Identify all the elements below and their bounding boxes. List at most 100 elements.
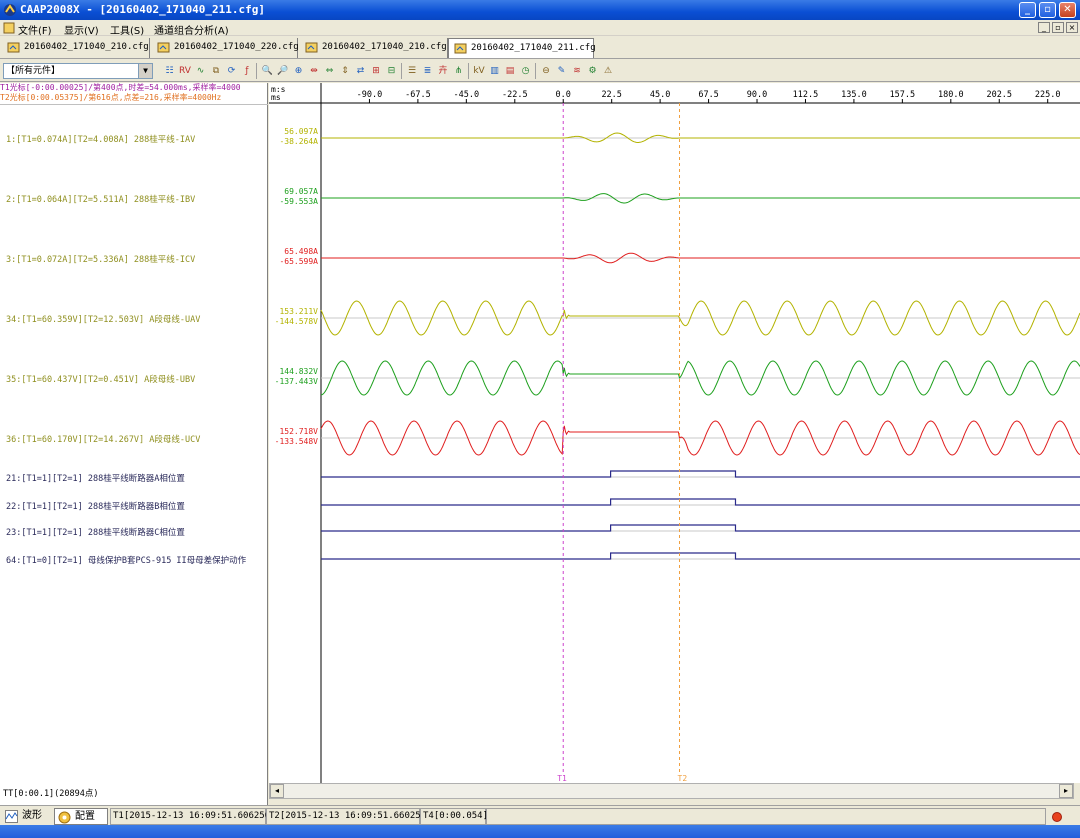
channel-list-panel: T1光标[-0:00.00025]/第400点,时差=54.000ms,采样率=… — [0, 83, 268, 805]
t1-cursor-label: T1 — [557, 774, 567, 783]
app-window: CAAP2008X - [20160402_171040_211.cfg] _ … — [0, 0, 1080, 838]
mdi-restore-button[interactable]: ▫ — [1052, 22, 1064, 33]
t1-cursor-info: T1光标[-0:00.00025]/第400点,时差=54.000ms,采样率=… — [0, 83, 241, 92]
channel-min-value: -144.578V — [275, 317, 319, 326]
axis-tick-label: 0.0 — [556, 90, 571, 100]
shrink-h-icon[interactable]: ⇔ — [322, 64, 337, 78]
channel-label-7[interactable]: 21:[T1=1][T2=1] 288桂平线断路器A相位置 — [6, 472, 185, 484]
zoom-v-icon[interactable]: ⇕ — [338, 64, 353, 78]
phase-icon[interactable]: ⊖ — [539, 64, 554, 78]
channel-label-8[interactable]: 22:[T1=1][T2=1] 288桂平线断路器B相位置 — [6, 500, 185, 512]
window-title: CAAP2008X - [20160402_171040_211.cfg] — [20, 3, 266, 16]
axis-tick-label: 22.5 — [601, 90, 621, 100]
settings-icon[interactable]: ⚙ — [585, 64, 600, 78]
wave-icon[interactable]: ∿ — [193, 64, 208, 78]
t2-timestamp: T2[2015-12-13 16:09:51.660250] — [266, 808, 432, 825]
taskbar-strip — [0, 825, 1080, 838]
freeze-icon[interactable]: ⧉ — [209, 64, 224, 78]
clock-icon[interactable]: ◷ — [518, 64, 533, 78]
channel-label-4[interactable]: 34:[T1=60.359V][T2=12.503V] A段母线-UAV — [6, 313, 200, 325]
toolbar: 【所有元件】 ▼ ☷ RV ∿ ⧉ ⟳ ƒ 🔍 🔎 ⊕ ⇹ ⇔ ⇕ ⇄ ⊞ ⊟ ☰ ≣ 卉 ⋔ kV ▥ ▤ ◷ ⊖ ✎ ≋ ⚙ ⚠ — [0, 60, 1080, 82]
zoom-fit-icon[interactable]: ⊕ — [291, 64, 306, 78]
rms2-icon[interactable]: ▤ — [503, 64, 518, 78]
tab-config[interactable]: 配置 — [54, 808, 108, 825]
title-bar[interactable]: CAAP2008X - [20160402_171040_211.cfg] _ … — [0, 0, 1080, 20]
channel-label-1[interactable]: 1:[T1=0.074A][T2=4.008A] 288桂平线-IAV — [6, 133, 195, 145]
cfg-file-icon — [7, 42, 20, 53]
swap-icon[interactable]: ⇄ — [353, 64, 368, 78]
zoom-region-icon[interactable]: ⊞ — [369, 64, 384, 78]
toolbar-separator — [534, 63, 536, 79]
channel-label-3[interactable]: 3:[T1=0.072A][T2=5.336A] 288桂平线-ICV — [6, 253, 195, 265]
channel-min-value: -65.599A — [279, 257, 318, 266]
menu-view[interactable]: 显示(V) — [64, 22, 99, 37]
menu-file[interactable]: 文件(F) — [18, 22, 52, 37]
pen-icon[interactable]: ✎ — [554, 64, 569, 78]
horizontal-scrollbar[interactable]: ◂ ▸ — [269, 783, 1074, 799]
channel-label-2[interactable]: 2:[T1=0.064A][T2=5.511A] 288桂平线-IBV — [6, 193, 195, 205]
axis-tick-label: -22.5 — [502, 90, 528, 100]
export-icon[interactable]: ⚠ — [601, 64, 616, 78]
tab-file-2[interactable]: 20160402_171040_220.cfg — [152, 38, 299, 58]
formula-icon[interactable]: ƒ — [240, 64, 255, 78]
axis-tick-label: 180.0 — [938, 90, 964, 100]
waveform-trace-2 — [321, 193, 1080, 204]
harmonic-icon[interactable]: 卉 — [436, 64, 451, 78]
list-a-icon[interactable]: ☰ — [405, 64, 420, 78]
toolbar-separator — [400, 63, 402, 79]
tab-file-4-active[interactable]: 20160402_171040_211.cfg — [448, 38, 596, 58]
tab-label: 20160402_171040_210.cfg — [322, 42, 447, 52]
axis-tick-label: 157.5 — [890, 90, 916, 100]
tab-waveform[interactable]: 波形 — [2, 808, 52, 825]
zoom-in-icon[interactable]: 🔍 — [260, 64, 275, 78]
mdi-close-button[interactable]: × — [1066, 22, 1078, 33]
channel-min-value: -59.553A — [279, 197, 318, 206]
component-filter-select[interactable]: 【所有元件】 ▼ — [3, 63, 153, 79]
channel-label-5[interactable]: 35:[T1=60.437V][T2=0.451V] A段母线-UBV — [6, 373, 195, 385]
axis-tick-label: 112.5 — [793, 90, 819, 100]
digital-trace-8 — [321, 498, 1080, 506]
menu-tools[interactable]: 工具(S) — [110, 22, 144, 37]
kv-icon[interactable]: RV — [178, 64, 193, 78]
axis-tick-label: 135.0 — [841, 90, 867, 100]
waveform-panel[interactable]: m:s ms -90.0 -67.5 -45.0 -22.5 0.0 22.5 45.0 67.5… — [269, 83, 1080, 783]
tab-config-label: 配置 — [75, 811, 95, 822]
menu-channel-analysis[interactable]: 通道组合分析(A) — [154, 22, 229, 37]
kv-unit-icon[interactable]: kV — [472, 64, 487, 78]
chevron-down-icon[interactable]: ▼ — [138, 64, 152, 78]
digital-trace-9 — [321, 524, 1080, 532]
waveform-trace-3 — [321, 252, 1080, 264]
close-button[interactable]: ✕ — [1059, 2, 1076, 18]
vector-icon[interactable]: ⋔ — [451, 64, 466, 78]
digital-trace-7 — [321, 470, 1080, 478]
channel-label-9[interactable]: 23:[T1=1][T2=1] 288桂平线断路器C相位置 — [6, 526, 185, 538]
axis-tick-label: 202.5 — [986, 90, 1012, 100]
tab-label: 20160402_171040_210.cfg — [24, 42, 149, 52]
file-tab-bar: 20160402_171040_210.cfg 20160402_171040_… — [0, 37, 1080, 59]
mdi-minimize-button[interactable]: _ — [1038, 22, 1050, 33]
axis-tick-label: -45.0 — [454, 90, 480, 100]
t2-cursor-info: T2光标[0:00.05375]/第616点,点差=216,采样率=4000Hz — [0, 93, 222, 102]
rms-icon[interactable]: ▥ — [487, 64, 502, 78]
list-b-icon[interactable]: ≣ — [420, 64, 435, 78]
expand-h-icon[interactable]: ⇹ — [307, 64, 322, 78]
channel-max-value: 153.211V — [279, 307, 318, 316]
channel-max-value: 69.057A — [284, 187, 318, 196]
menu-bar: 文件(F) 显示(V) 工具(S) 通道组合分析(A) _ ▫ × — [0, 20, 1080, 37]
zoom-reset-icon[interactable]: ⊟ — [384, 64, 399, 78]
zoom-out-icon[interactable]: 🔎 — [276, 64, 291, 78]
scroll-right-button[interactable]: ▸ — [1059, 784, 1073, 798]
channel-label-10[interactable]: 64:[T1=0][T2=1] 母线保护B套PCS-915 II母母差保护动作 — [6, 554, 246, 566]
channel-label-6[interactable]: 36:[T1=60.170V][T2=14.267V] A段母线-UCV — [6, 433, 200, 445]
channel-max-value: 152.718V — [279, 427, 318, 436]
wave-analysis-icon[interactable]: ≋ — [570, 64, 585, 78]
axis-tick-label: 45.0 — [650, 90, 670, 100]
scroll-left-button[interactable]: ◂ — [270, 784, 284, 798]
maximize-button[interactable]: ▫ — [1039, 2, 1056, 18]
tab-file-3[interactable]: 20160402_171040_210.cfg — [300, 38, 448, 58]
tab-file-1[interactable]: 20160402_171040_210.cfg — [2, 38, 150, 58]
channel-list-icon[interactable]: ☷ — [162, 64, 177, 78]
minimize-button[interactable]: _ — [1019, 2, 1036, 18]
overlay-icon[interactable]: ⟳ — [224, 64, 239, 78]
waveform-canvas[interactable]: m:sms -90.0 -67.5 -45.0 -22.5 0.0 22.5 45.0 67.5… — [269, 83, 1080, 783]
